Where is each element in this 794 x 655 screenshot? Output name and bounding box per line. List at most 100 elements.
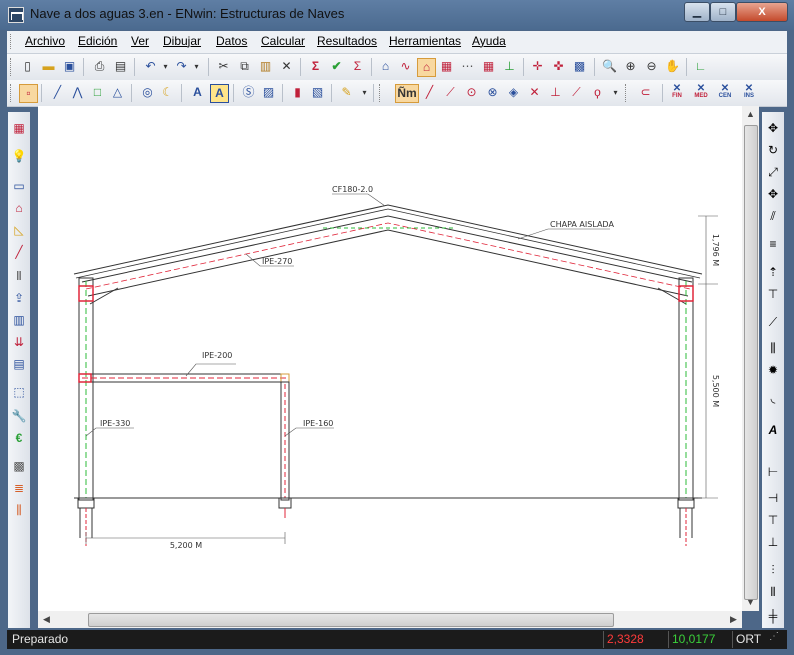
- resize-grip-icon[interactable]: ⋰: [769, 631, 779, 642]
- calendar-icon[interactable]: ▦: [11, 120, 27, 136]
- gable-frame-icon[interactable]: ⌂: [11, 200, 27, 216]
- menu-ver[interactable]: Ver: [131, 34, 149, 48]
- zoom-out-icon[interactable]: ⊖: [643, 58, 660, 75]
- menu-archivo[interactable]: Archivo: [25, 34, 65, 48]
- new-file-icon[interactable]: ▯: [19, 58, 36, 75]
- offset-icon[interactable]: ≡: [765, 236, 781, 252]
- move-icon[interactable]: ✥: [765, 120, 781, 136]
- table-red-icon[interactable]: ▦: [480, 58, 497, 75]
- snap-fin-button[interactable]: ✕ FIN: [667, 84, 687, 101]
- grid-dotted-icon[interactable]: ⋯: [459, 58, 476, 75]
- align-left-icon[interactable]: ⊢: [765, 464, 781, 480]
- copy-move-icon[interactable]: ✥: [765, 186, 781, 202]
- snap-center-icon[interactable]: ⊗: [484, 84, 501, 101]
- slope-icon[interactable]: ◺: [11, 222, 27, 238]
- foundation-piles-icon[interactable]: ⫼: [11, 502, 27, 518]
- menu-ayuda[interactable]: Ayuda: [472, 34, 506, 48]
- rotate-icon[interactable]: ↻: [765, 142, 781, 158]
- snap-line-icon[interactable]: ╱: [421, 84, 438, 101]
- menu-dibujar[interactable]: Dibujar: [163, 34, 201, 48]
- snap-tangent-icon[interactable]: ⟋: [568, 84, 585, 101]
- arc-icon[interactable]: ☾: [159, 84, 176, 101]
- snap-circle-icon[interactable]: ⊙: [463, 84, 480, 101]
- node-select-icon[interactable]: ✜: [550, 58, 567, 75]
- loads-icon[interactable]: ⇊: [11, 334, 27, 350]
- copy-icon[interactable]: ⧉: [236, 58, 253, 75]
- chart-icon[interactable]: ▤: [11, 356, 27, 372]
- vertical-scrollbar[interactable]: ▲ ▼: [742, 106, 759, 611]
- menu-calcular[interactable]: Calcular: [261, 34, 305, 48]
- structure-view-icon[interactable]: ⌂: [417, 58, 436, 77]
- extend-icon[interactable]: ⇡: [765, 264, 781, 280]
- snap-quadrant-icon[interactable]: ◈: [505, 84, 522, 101]
- menu-grip[interactable]: [10, 34, 14, 49]
- align-center-icon[interactable]: ╪: [765, 608, 781, 624]
- text-edit-icon[interactable]: A: [765, 422, 781, 438]
- magnet-icon[interactable]: ⊂: [637, 84, 654, 101]
- zoom-in-icon[interactable]: ⊕: [622, 58, 639, 75]
- snap-cen-button[interactable]: ✕ CEN: [715, 84, 735, 101]
- trim-icon[interactable]: ⊤: [765, 286, 781, 302]
- menu-datos[interactable]: Datos: [216, 34, 247, 48]
- ortho-indicator[interactable]: ORT: [732, 631, 766, 648]
- layers-icon[interactable]: ▩: [571, 58, 588, 75]
- save-icon[interactable]: ▣: [61, 58, 78, 75]
- circle-icon[interactable]: ◎: [139, 84, 156, 101]
- cube-icon[interactable]: ⬚: [11, 384, 27, 400]
- nm-toggle-button[interactable]: Ñm: [395, 84, 419, 103]
- select-point-icon[interactable]: ▫: [19, 84, 38, 103]
- frame-view-icon[interactable]: ⌂: [377, 58, 394, 75]
- paste-icon[interactable]: ▥: [257, 58, 274, 75]
- symbol-icon[interactable]: Ⓢ: [240, 84, 257, 101]
- pencil-icon[interactable]: ✎: [338, 84, 355, 101]
- bar-chart-icon[interactable]: ▮: [289, 84, 306, 101]
- toolbar-grip-3[interactable]: [379, 84, 383, 102]
- zoom-icon[interactable]: 🔍: [601, 58, 618, 75]
- vertical-scroll-thumb[interactable]: [744, 125, 758, 600]
- break-icon[interactable]: ⟋: [765, 314, 781, 330]
- distribute-icon[interactable]: ⫶: [765, 562, 781, 578]
- print-preview-icon[interactable]: ▤: [112, 58, 129, 75]
- snap-nearest-icon[interactable]: ϙ: [589, 84, 606, 101]
- close-button[interactable]: X: [736, 2, 788, 22]
- snap-perpendicular-icon[interactable]: ⊥: [547, 84, 564, 101]
- scroll-right-icon[interactable]: ▶: [725, 611, 742, 628]
- snap-ins-button[interactable]: ✕ INS: [739, 84, 759, 101]
- scroll-left-icon[interactable]: ◀: [38, 611, 55, 628]
- toolbar-grip[interactable]: [10, 58, 14, 76]
- mirror-icon[interactable]: ⫽: [765, 208, 781, 224]
- distribute-v-icon[interactable]: ⫴: [765, 584, 781, 600]
- euro-icon[interactable]: €: [11, 430, 27, 446]
- sum-icon[interactable]: Σ: [307, 58, 324, 75]
- menu-edicion[interactable]: Edición: [78, 34, 117, 48]
- column-icon[interactable]: Ⅱ: [11, 268, 27, 284]
- drawing-canvas[interactable]: CF180-2.0 CHAPA AISLADA IPE-270 IPE-200 …: [38, 106, 742, 611]
- toolbar-grip-2[interactable]: [10, 84, 14, 102]
- wrench-icon[interactable]: 🔧: [11, 408, 27, 424]
- snap-intersection-icon[interactable]: ✕: [526, 84, 543, 101]
- sum-run-icon[interactable]: Σ: [349, 58, 366, 75]
- line-icon[interactable]: ╱: [49, 84, 66, 101]
- align-top-icon[interactable]: ⊤: [765, 512, 781, 528]
- bar-icon[interactable]: ╱: [11, 244, 27, 260]
- axis-icon[interactable]: ∟: [692, 58, 709, 75]
- node-icon[interactable]: ✛: [529, 58, 546, 75]
- scale-icon[interactable]: ⤢: [765, 164, 781, 180]
- toolbar-grip-4[interactable]: [625, 84, 629, 102]
- pencil-dropdown-icon[interactable]: ▾: [356, 84, 373, 101]
- polyline-icon[interactable]: ⋀: [69, 84, 86, 101]
- maximize-button[interactable]: □: [710, 2, 736, 22]
- print-icon[interactable]: ⎙: [91, 58, 108, 75]
- scroll-down-icon[interactable]: ▼: [742, 594, 759, 611]
- text-icon[interactable]: A: [189, 84, 206, 101]
- snap-dropdown-icon[interactable]: ▾: [607, 84, 624, 101]
- horizontal-scroll-thumb[interactable]: [88, 613, 614, 627]
- snap-med-button[interactable]: ✕ MED: [691, 84, 711, 101]
- open-folder-icon[interactable]: ▬: [40, 58, 57, 75]
- menu-resultados[interactable]: Resultados: [317, 34, 377, 48]
- explode-icon[interactable]: ✹: [765, 362, 781, 378]
- fillet-icon[interactable]: ◟: [765, 390, 781, 406]
- minimize-button[interactable]: ▁: [684, 2, 710, 22]
- array-icon[interactable]: ⫼: [765, 340, 781, 356]
- deformed-view-icon[interactable]: ∿: [397, 58, 414, 75]
